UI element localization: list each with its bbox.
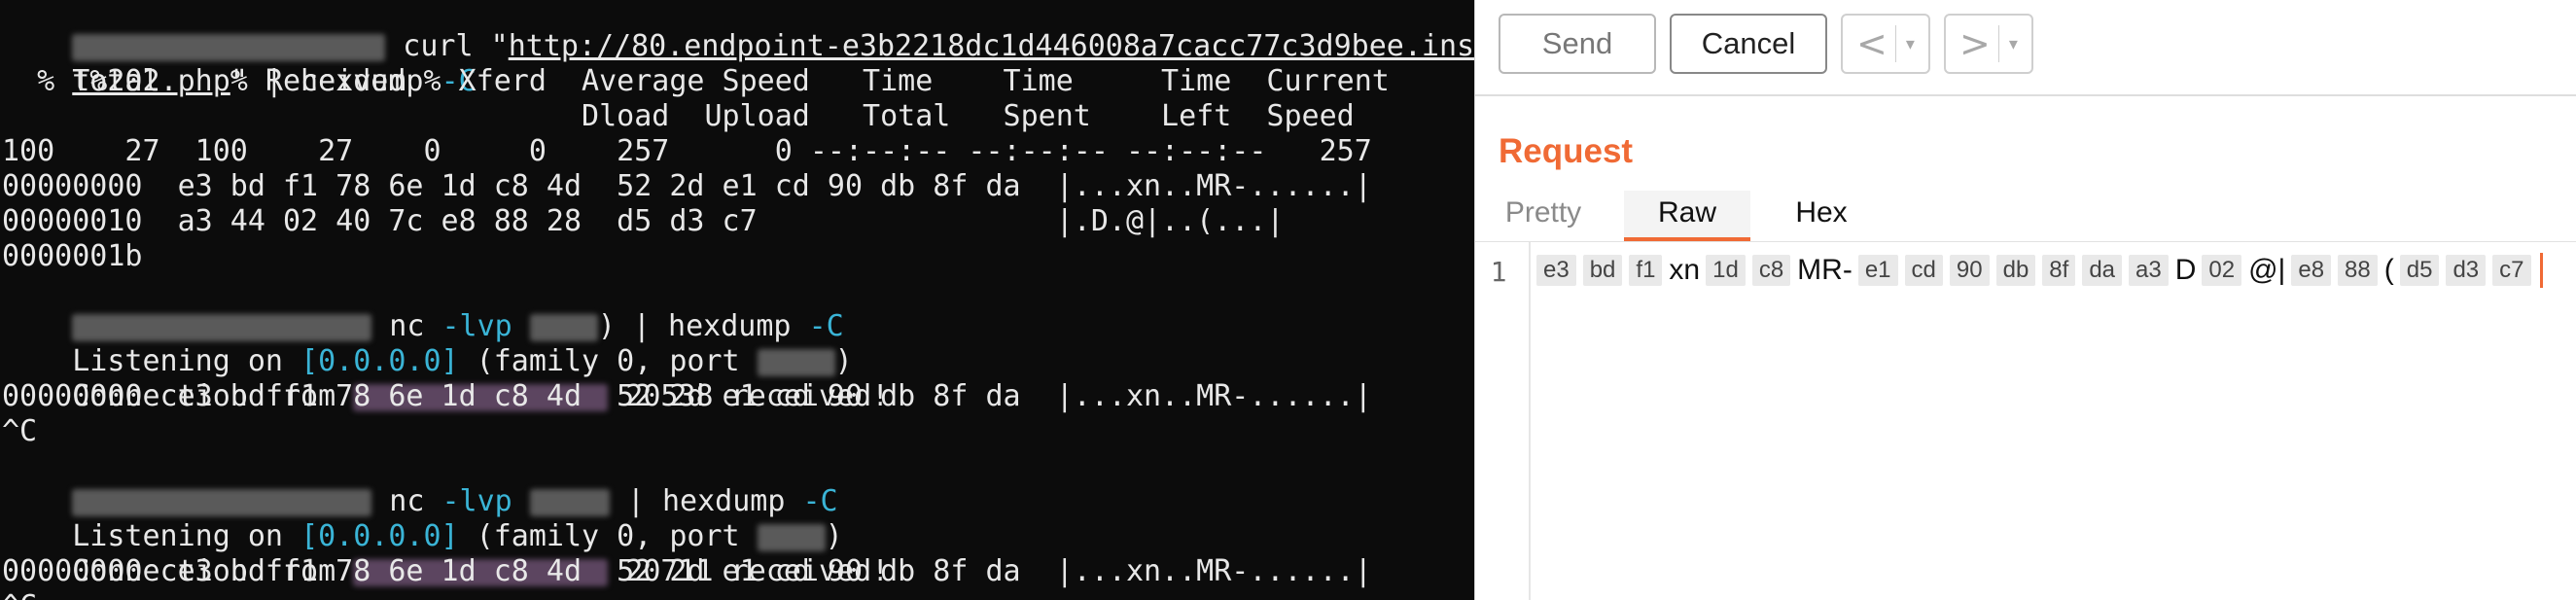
raw-request-editor[interactable]: 1 e3 bd f1 xn 1d c8 MR-e1 cd 90 db 8f da a3 D 02 @| e8 88… bbox=[1475, 242, 2576, 600]
hexdump-length: 0000001b bbox=[2, 239, 143, 273]
text-cursor bbox=[2539, 253, 2543, 288]
request-title: Request bbox=[1499, 132, 1634, 170]
history-forward-button[interactable]: > ▾ bbox=[1944, 14, 2033, 74]
non-printable-byte-token: 88 bbox=[2338, 255, 2378, 286]
cancel-button[interactable]: Cancel bbox=[1670, 14, 1827, 74]
hexdump-row: 00000000 e3 bd f1 78 6e 1d c8 4d 52 2d e… bbox=[2, 169, 1372, 203]
non-printable-byte-token: d3 bbox=[2446, 255, 2487, 286]
non-printable-byte-token: 90 bbox=[1949, 255, 1990, 286]
non-printable-byte-token: d5 bbox=[2399, 255, 2440, 286]
curl-progress-header: % Total % Received % Xferd Average Speed… bbox=[2, 64, 1390, 98]
chevron-left-icon[interactable]: < bbox=[1843, 22, 1895, 65]
history-back-button[interactable]: < ▾ bbox=[1841, 14, 1930, 74]
non-printable-byte-token: c7 bbox=[2492, 255, 2531, 286]
non-printable-byte-token: 02 bbox=[2202, 255, 2242, 286]
hexdump-row: 00000000 e3 bd f1 78 6e 1d c8 4d 52 2d e… bbox=[2, 379, 1372, 413]
terminal-interrupt: ^C bbox=[2, 589, 37, 600]
curl-progress-row: 100 27 100 27 0 0 257 0 --:--:-- --:--:-… bbox=[2, 134, 1372, 168]
non-printable-byte-token: e3 bbox=[1536, 255, 1576, 286]
tab-pretty[interactable]: Pretty bbox=[1475, 191, 1611, 241]
ascii-text-token: D bbox=[2174, 254, 2197, 286]
terminal-line: nc -lvp ) | hexdump -C bbox=[2, 274, 844, 343]
hexdump-row: 00000010 a3 44 02 40 7c e8 88 28 d5 d3 c… bbox=[2, 204, 1285, 238]
terminal-line: Listening on [0.0.0.0] (family 0, port ) bbox=[2, 309, 852, 378]
hexdump-row: 00000000 e3 bd f1 78 6e 1d c8 4d 52 2d e… bbox=[2, 554, 1372, 588]
terminal-line: t%202.php" | hexdump -C bbox=[2, 29, 476, 98]
terminal-line: Connection from 20538 received! bbox=[2, 344, 889, 413]
caret-down-icon[interactable]: ▾ bbox=[1896, 34, 1924, 54]
raw-request-content[interactable]: e3 bd f1 xn 1d c8 MR-e1 cd 90 db 8f da a3 D 02 @| e8 88(d… bbox=[1536, 253, 2543, 288]
chevron-right-icon[interactable]: > bbox=[1946, 22, 1998, 65]
request-panel: Send Cancel < ▾ > ▾ Request Pretty Raw H… bbox=[1474, 0, 2576, 600]
ascii-text-token: xn bbox=[1669, 254, 1701, 286]
caret-down-icon[interactable]: ▾ bbox=[1999, 34, 2028, 54]
terminal-line: Listening on [0.0.0.0] (family 0, port ) bbox=[2, 484, 842, 553]
ascii-text-token: @| bbox=[2248, 254, 2286, 286]
terminal-interrupt: ^C bbox=[2, 414, 38, 448]
non-printable-byte-token: da bbox=[2082, 255, 2123, 286]
ascii-text-token: ( bbox=[2383, 254, 2394, 286]
terminal-line: nc -lvp | hexdump -C bbox=[2, 449, 838, 518]
non-printable-byte-token: db bbox=[1995, 255, 2036, 286]
terminal-window[interactable]: curl "http://80.endpoint-e3b2218dc1d4460… bbox=[0, 0, 1474, 600]
terminal-line: curl "http://80.endpoint-e3b2218dc1d4460… bbox=[2, 0, 1474, 63]
toolbar-divider bbox=[1475, 94, 2576, 96]
non-printable-byte-token: a3 bbox=[2129, 255, 2169, 286]
non-printable-byte-token: 1d bbox=[1706, 255, 1746, 286]
non-printable-byte-token: e1 bbox=[1857, 255, 1898, 286]
line-gutter: 1 bbox=[1475, 242, 1531, 600]
non-printable-byte-token: bd bbox=[1582, 255, 1623, 286]
send-button[interactable]: Send bbox=[1499, 14, 1656, 74]
non-printable-byte-token: cd bbox=[1904, 255, 1943, 286]
tab-raw[interactable]: Raw bbox=[1624, 191, 1750, 241]
non-printable-byte-token: c8 bbox=[1751, 255, 1791, 286]
ascii-text-token: MR- bbox=[1797, 254, 1853, 286]
curl-progress-subheader: Dload Upload Total Spent Left Speed bbox=[2, 99, 1355, 133]
terminal-line: Connection from 20711 received! bbox=[2, 519, 889, 588]
tab-hex[interactable]: Hex bbox=[1763, 191, 1880, 241]
non-printable-byte-token: f1 bbox=[1629, 255, 1663, 286]
terminal-url[interactable]: http://80.endpoint-e3b2218dc1d446008a7ca… bbox=[509, 29, 1474, 63]
non-printable-byte-token: e8 bbox=[2291, 255, 2332, 286]
non-printable-byte-token: 8f bbox=[2042, 255, 2076, 286]
line-number: 1 bbox=[1490, 256, 1507, 288]
